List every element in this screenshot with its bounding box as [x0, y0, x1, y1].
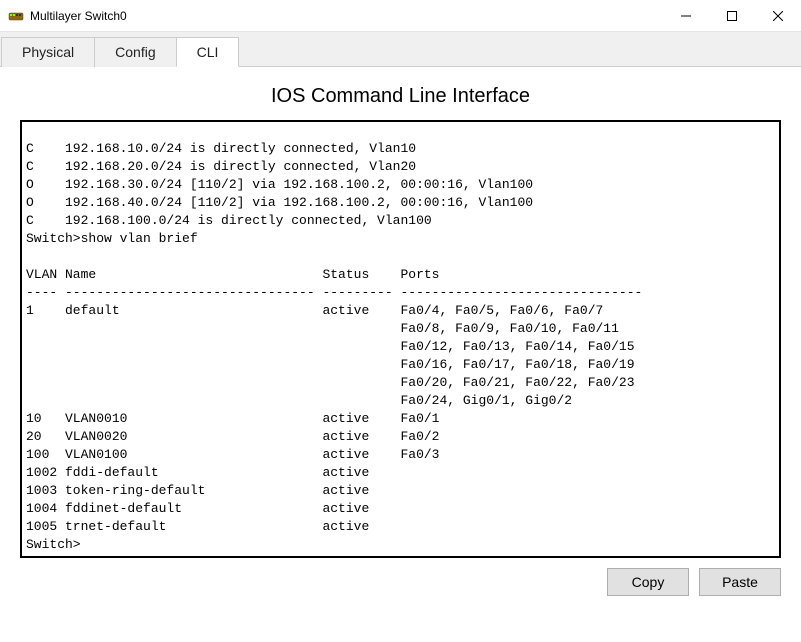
paste-button[interactable]: Paste: [699, 568, 781, 596]
cli-heading: IOS Command Line Interface: [20, 85, 781, 108]
button-row: Copy Paste: [20, 568, 781, 596]
minimize-button[interactable]: [663, 0, 709, 32]
window-titlebar: Multilayer Switch0: [0, 0, 801, 32]
copy-button[interactable]: Copy: [607, 568, 689, 596]
tab-cli[interactable]: CLI: [176, 37, 240, 67]
tab-bar: Physical Config CLI: [0, 32, 801, 67]
tab-physical[interactable]: Physical: [1, 37, 95, 67]
cli-terminal[interactable]: C 192.168.10.0/24 is directly connected,…: [20, 120, 781, 558]
window-title: Multilayer Switch0: [30, 9, 663, 23]
app-icon: [8, 8, 24, 24]
tab-content: IOS Command Line Interface C 192.168.10.…: [0, 67, 801, 616]
tab-config[interactable]: Config: [94, 37, 176, 67]
maximize-button[interactable]: [709, 0, 755, 32]
window-controls: [663, 0, 801, 31]
close-button[interactable]: [755, 0, 801, 32]
